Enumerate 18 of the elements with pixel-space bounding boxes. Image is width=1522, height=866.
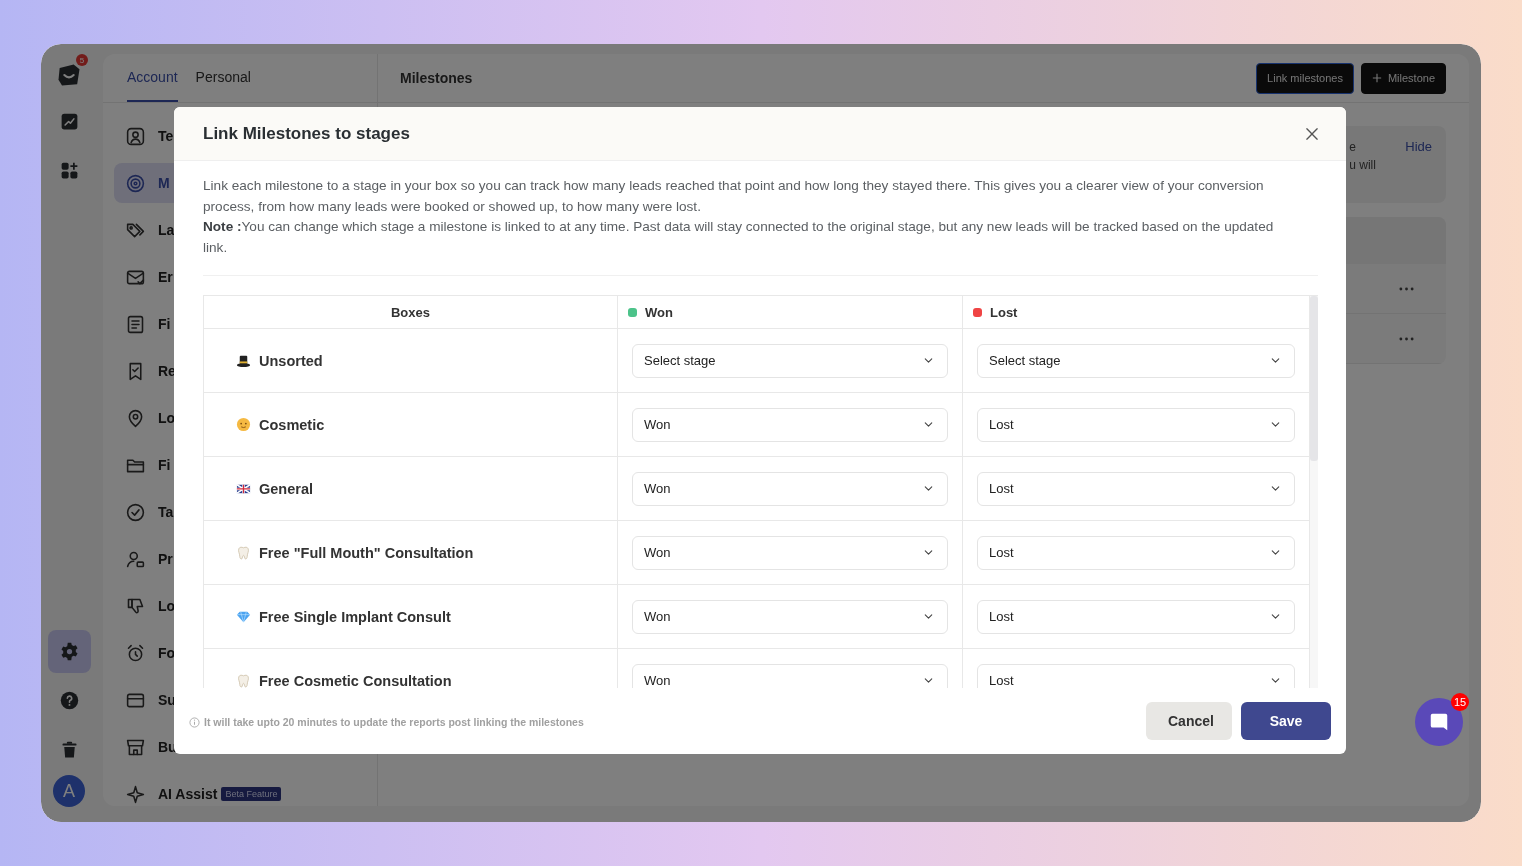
note-text: Note :You can change which stage a milestone is linked to at any time. Past data will stay connected to the original stage, but any new leads will be tracked based on the updated link. <box>203 218 1275 257</box>
page-title: Milestones <box>400 70 473 86</box>
banner-text: u will <box>1349 157 1377 174</box>
column-header: Boxes <box>204 296 618 329</box>
banner-text: e <box>1349 139 1357 156</box>
box-name: General <box>259 480 313 497</box>
box-name: Free "Full Mouth" Consultation <box>259 544 474 561</box>
box-name: Unsorted <box>259 352 323 369</box>
footnote-text: It will take upto 20 minutes to update the reports post linking the milestones <box>204 716 584 728</box>
box-name: Cosmetic <box>259 416 325 433</box>
column-label: Lost <box>990 304 1018 320</box>
box-name: Free Single Implant Consult <box>259 608 451 625</box>
beta-badge: Beta Feature <box>221 787 282 801</box>
notification-badge: 5 <box>76 54 88 66</box>
column-label: Won <box>645 304 673 320</box>
description-text: Link each milestone to a stage in your box so you can track how many leads reached that point and how long they stayed there. This gives you a clearer view of your conversion process, from how many leads were booked or showed up, to how many were lost. <box>203 177 1265 216</box>
box-name: Free Cosmetic Consultation <box>259 672 452 688</box>
dialog-title: Link Milestones to stages <box>203 123 410 144</box>
